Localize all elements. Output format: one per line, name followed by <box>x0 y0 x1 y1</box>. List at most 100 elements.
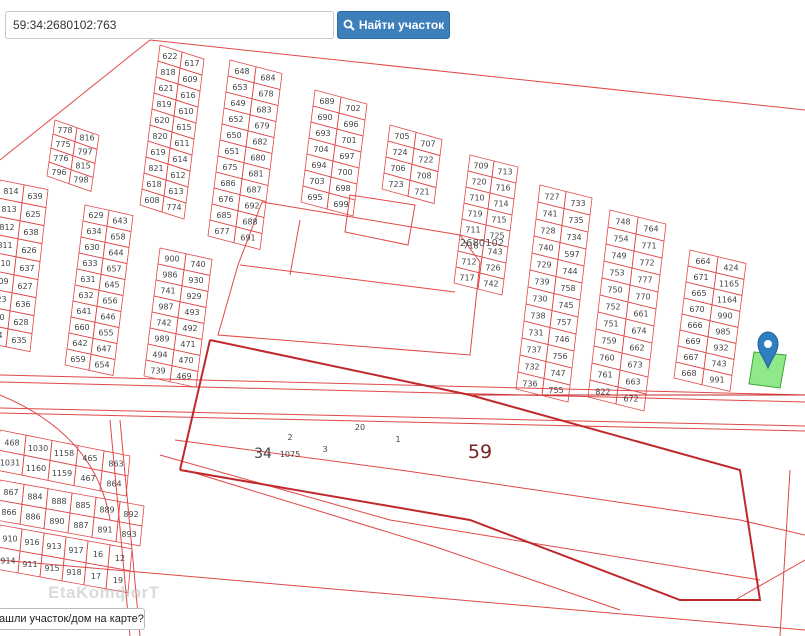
parcel-label: 761 <box>597 371 612 380</box>
parcel-label: 744 <box>562 267 577 276</box>
parcel-label: 929 <box>186 292 201 301</box>
parcel-label: 688 <box>242 218 257 227</box>
parcel-label: 682 <box>252 138 267 147</box>
parcel-label: 492 <box>182 324 197 333</box>
parcel-label: 815 <box>75 162 90 171</box>
parcel-label: 778 <box>57 126 72 135</box>
parcel-label: 710 <box>469 193 484 202</box>
parcel-label: 751 <box>603 320 618 329</box>
parcel-label: 887 <box>73 521 88 530</box>
parcel-label: 747 <box>550 369 565 378</box>
parcel-label: 624 <box>0 331 3 340</box>
parcel-label: 735 <box>568 216 583 225</box>
parcel-label: 753 <box>609 269 624 278</box>
parcel-label: 679 <box>254 122 269 131</box>
search-icon <box>343 19 355 31</box>
parcel-label: 680 <box>250 154 265 163</box>
parcel-label: 467 <box>80 474 95 483</box>
parcel-label: 757 <box>556 318 571 327</box>
parcel-label: 684 <box>260 74 275 83</box>
parcel-label: 659 <box>70 355 85 364</box>
parcel-label: 637 <box>19 264 34 273</box>
parcel-label: 756 <box>552 352 567 361</box>
parcel-label: 886 <box>25 512 40 521</box>
parcel-label: 911 <box>22 560 37 569</box>
parcel-label: 640 <box>0 313 5 322</box>
parcel-label: 1164 <box>717 295 737 304</box>
parcel-label: 17 <box>91 572 101 581</box>
parcel-label: 686 <box>220 179 235 188</box>
parcel-label: 866 <box>1 508 16 517</box>
parcel-label: 3 <box>322 445 327 454</box>
parcel-label: 755 <box>548 386 563 395</box>
parcel-label: 597 <box>564 250 579 259</box>
parcel-label: 620 <box>154 116 169 125</box>
parcel-label: 796 <box>51 168 66 177</box>
parcel-label: 622 <box>162 52 177 61</box>
parcel-label: 930 <box>188 276 203 285</box>
parcel-label: 644 <box>108 248 123 257</box>
parcel-label: 885 <box>75 501 90 510</box>
parcel-label: 674 <box>631 327 646 336</box>
parcel-label: 617 <box>184 59 199 68</box>
parcel-label: 914 <box>0 556 15 565</box>
block-label: 2680102 <box>460 238 505 249</box>
parcel-label: 750 <box>607 286 622 295</box>
parcel-label: 737 <box>526 345 541 354</box>
parcel-label: 632 <box>78 291 93 300</box>
parcel-label: 715 <box>491 215 506 224</box>
parcel-label: 660 <box>74 323 89 332</box>
parcel-label: 634 <box>86 227 101 236</box>
parcel-label: 661 <box>633 310 648 319</box>
parcel-label: 770 <box>635 293 650 302</box>
parcel-label: 465 <box>82 454 97 463</box>
watermark: EtaKomфorT <box>48 583 160 602</box>
cadastral-search-input[interactable]: 59:34:2680102:763 <box>5 11 334 39</box>
parcel-label: 692 <box>244 202 259 211</box>
parcel-label: 741 <box>160 286 175 295</box>
parcel-label: 764 <box>643 225 658 234</box>
parcel-label: 916 <box>24 538 39 547</box>
parcel-label: 775 <box>55 140 70 149</box>
parcel-label: 734 <box>566 233 581 242</box>
parcel-label: 494 <box>152 350 167 359</box>
parcel-label: 611 <box>174 139 189 148</box>
parcel-label: 619 <box>150 148 165 157</box>
parcel-label: 696 <box>343 120 358 129</box>
parcel-label: 671 <box>693 273 708 282</box>
parcel-label: 811 <box>0 241 13 250</box>
parcel-label: 635 <box>11 336 26 345</box>
parcel-label: 774 <box>166 203 181 212</box>
parcel-label: 641 <box>76 307 91 316</box>
parcel-label: 470 <box>178 356 193 365</box>
parcel-label: 652 <box>228 115 243 124</box>
parcel-label: 713 <box>497 167 512 176</box>
parcel-label: 12 <box>115 554 125 563</box>
parcel-label: 752 <box>605 303 620 312</box>
parcel-label: 613 <box>168 187 183 196</box>
parcel-label: 798 <box>73 176 88 185</box>
parcel-label: 884 <box>27 492 42 501</box>
parcel-label: 1031 <box>0 459 20 468</box>
parcel-label: 625 <box>25 210 40 219</box>
found-parcel-prompt[interactable]: ашли участок/дом на карте? <box>0 608 145 630</box>
parcel-label: 813 <box>1 205 16 214</box>
parcel-label: 1 <box>395 435 400 444</box>
parcel-label: 863 <box>108 459 123 468</box>
parcel-label: 615 <box>176 123 191 132</box>
cadastral-map[interactable]: 622 818 621 819 620 820 619 821 618 608 617 609 616 6… <box>0 0 805 636</box>
parcel-label: 1158 <box>54 449 74 458</box>
parcel-label: 621 <box>158 84 173 93</box>
parcel-label: 643 <box>112 216 127 225</box>
parcel-label: 642 <box>72 339 87 348</box>
parcel-label: 772 <box>639 259 654 268</box>
parcel-label: 648 <box>234 67 249 76</box>
parcel-label: 609 <box>182 75 197 84</box>
parcel-label: 730 <box>532 294 547 303</box>
parcel-label: 915 <box>44 564 59 573</box>
parcel-label: 991 <box>709 375 724 384</box>
find-parcel-button[interactable]: Найти участок <box>337 11 450 39</box>
parcel-label: 913 <box>46 542 61 551</box>
parcel-label: 758 <box>560 284 575 293</box>
parcel-label: 663 <box>625 378 640 387</box>
